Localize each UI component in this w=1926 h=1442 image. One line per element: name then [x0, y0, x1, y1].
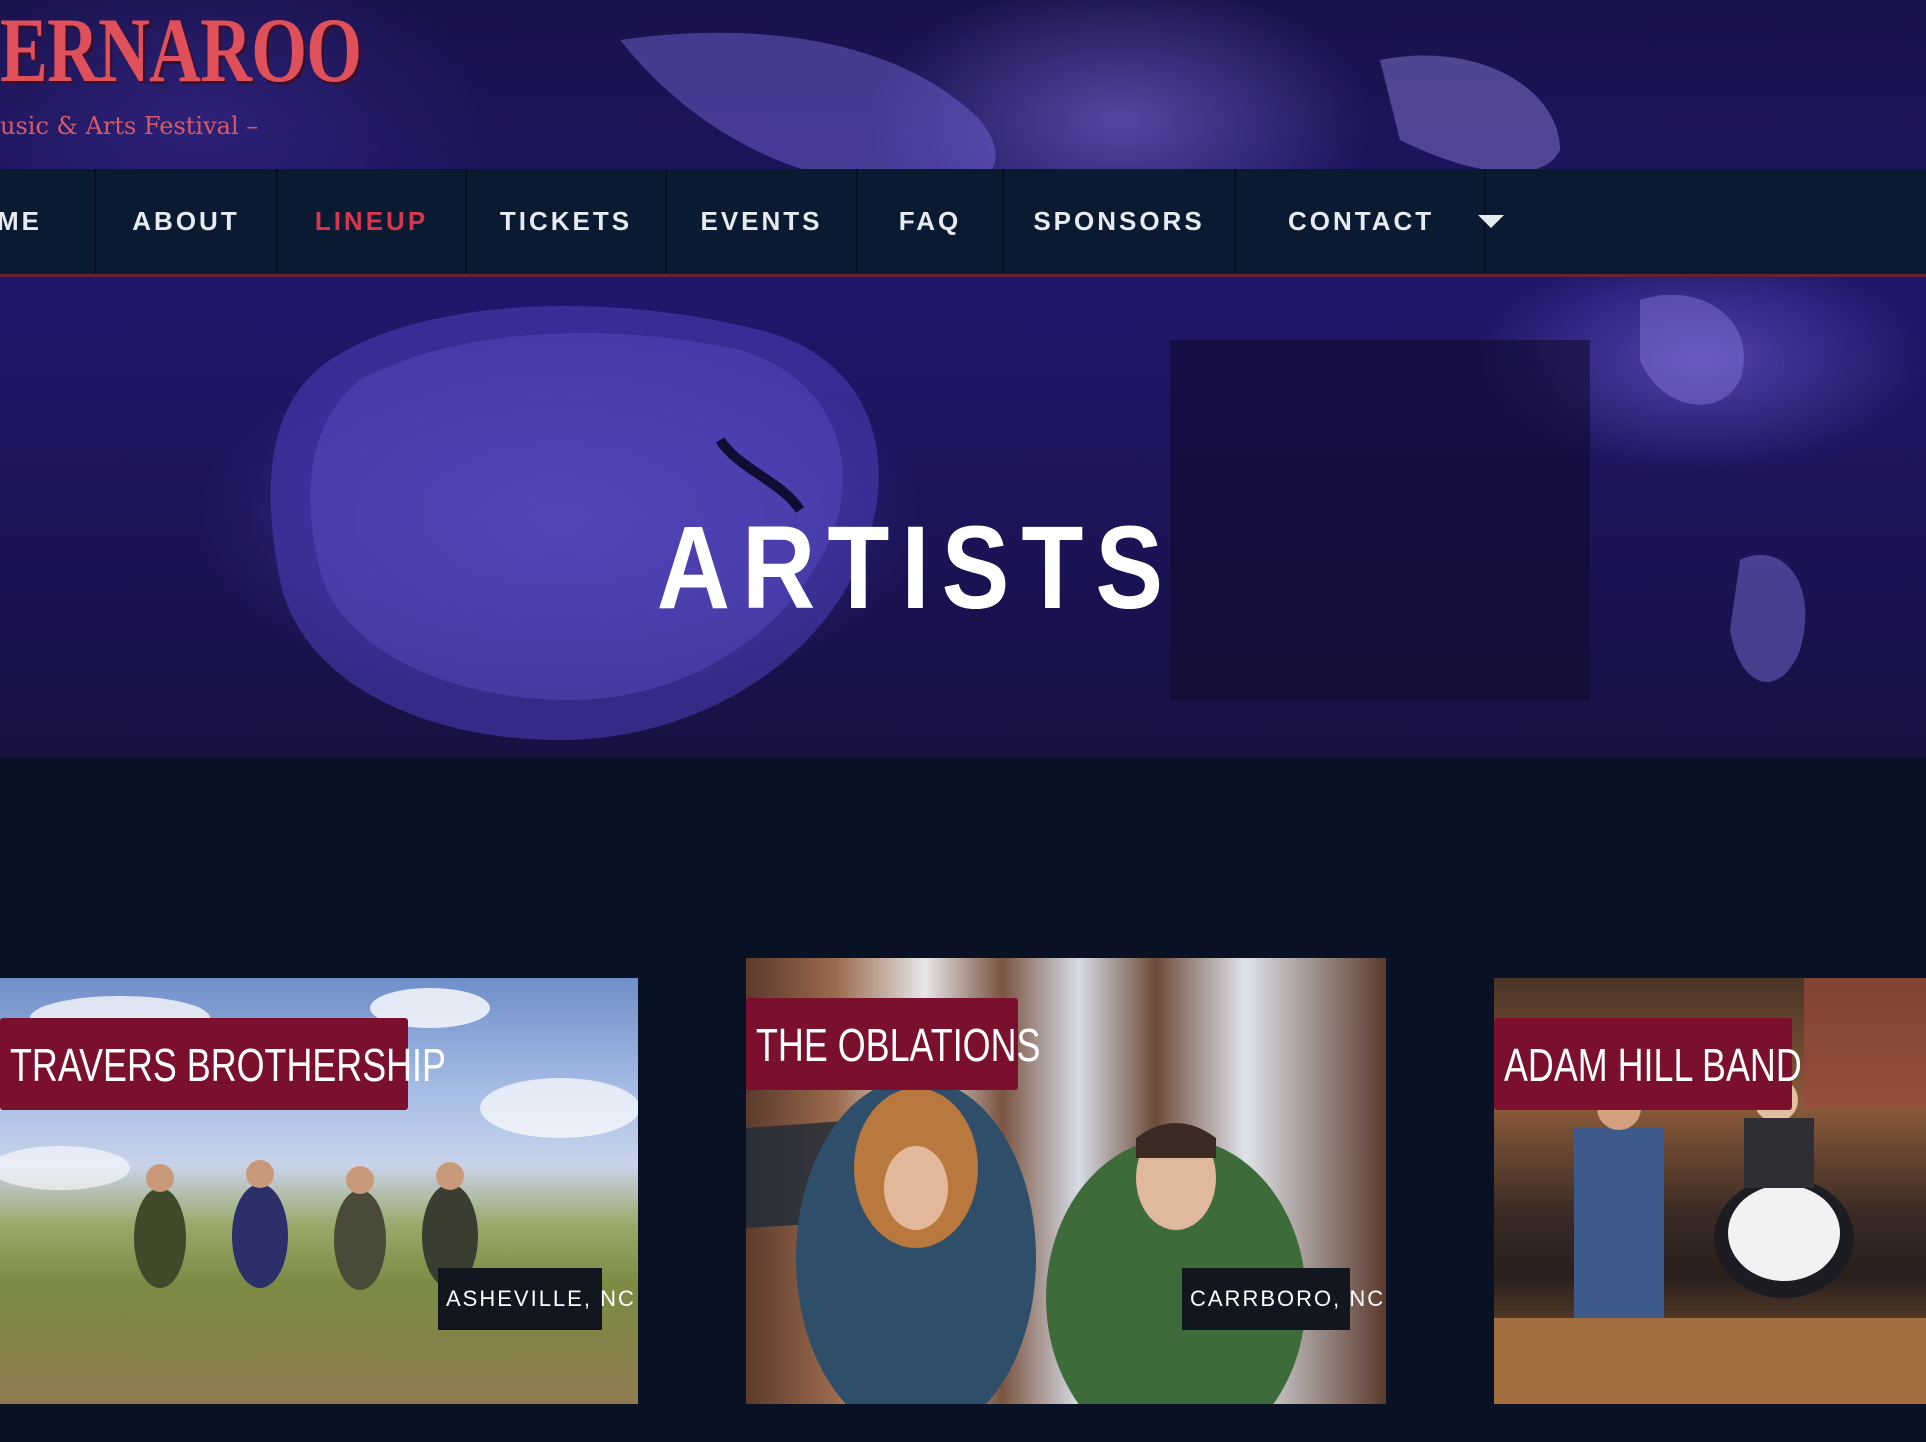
artist-card[interactable]: ADAM HILL BAND: [1494, 978, 1926, 1404]
festival-logo[interactable]: ERNAROO usic & Arts Festival –: [0, 0, 362, 170]
nav-faq[interactable]: FAQ: [858, 169, 1004, 274]
artist-name-label: THE OBLATIONS: [746, 998, 1040, 1090]
page: ERNAROO usic & Arts Festival – OME ABOUT…: [0, 0, 1926, 1442]
page-title: ARTISTS: [656, 502, 1176, 634]
artist-name-label: ADAM HILL BAND: [1494, 1018, 1802, 1110]
artist-name: TRAVERS BROTHERSHIP: [10, 1039, 446, 1091]
nav-events[interactable]: EVENTS: [667, 169, 858, 274]
chevron-down-icon[interactable]: [1478, 215, 1505, 228]
artist-card[interactable]: THE OBLATIONS CARRBORO, NC: [746, 958, 1386, 1404]
artist-location-label: CARRBORO, NC: [1182, 1268, 1383, 1330]
nav-home[interactable]: OME: [0, 169, 96, 274]
nav-home-label: OME: [0, 206, 42, 236]
artist-location-label: ASHEVILLE, NC: [438, 1268, 634, 1330]
artist-card[interactable]: TRAVERS BROTHERSHIP ASHEVILLE, NC: [0, 978, 638, 1404]
nav-contact[interactable]: CONTACT: [1236, 169, 1505, 274]
nav-lineup[interactable]: LINEUP: [278, 169, 467, 274]
artist-name: ADAM HILL BAND: [1504, 1039, 1802, 1091]
logo-subtitle: usic & Arts Festival –: [0, 112, 259, 140]
nav-sponsors[interactable]: SPONSORS: [1004, 169, 1236, 274]
main-navigation: OME ABOUT LINEUP TICKETS EVENTS FAQ SPON…: [0, 169, 1926, 277]
nav-tickets[interactable]: TICKETS: [467, 169, 667, 274]
artist-name-label: TRAVERS BROTHERSHIP: [0, 1018, 446, 1110]
nav-contact-label: CONTACT: [1288, 206, 1435, 236]
logo-title: ERNAROO: [0, 0, 362, 101]
artist-name: THE OBLATIONS: [756, 1019, 1041, 1071]
nav-about[interactable]: ABOUT: [96, 169, 278, 274]
